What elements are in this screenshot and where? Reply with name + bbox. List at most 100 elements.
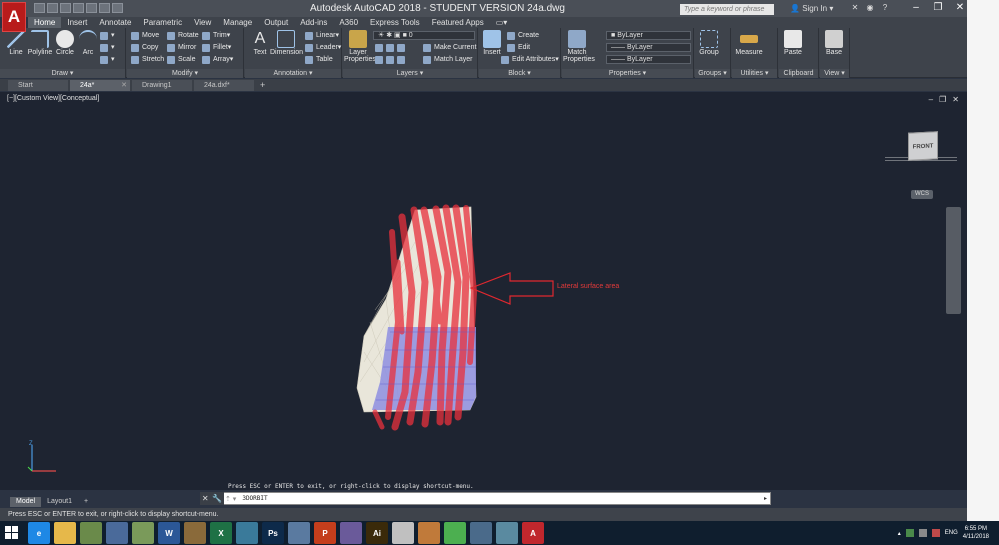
language-indicator[interactable]: ENG <box>945 530 958 536</box>
tab-view[interactable]: View <box>188 17 217 28</box>
help-icon[interactable]: ? <box>880 3 890 13</box>
move-button[interactable]: Move <box>131 31 159 41</box>
3d-model-view[interactable] <box>0 92 967 490</box>
block-panel-title[interactable]: Block ▾ <box>479 69 560 78</box>
drawing-viewport[interactable]: [−][Custom View][Conceptual] – ❐ ✕ Later… <box>0 92 967 490</box>
copy-button[interactable]: Copy <box>131 43 158 53</box>
lineweight-dropdown[interactable]: ―― ByLayer <box>606 55 691 64</box>
groups-panel-title[interactable]: Groups ▾ <box>695 69 730 78</box>
polyline-button[interactable]: Polyline <box>26 30 54 56</box>
layer-dropdown[interactable]: ☀ ✱ ▣ ■ 0 <box>373 31 475 40</box>
app11-icon[interactable] <box>288 522 310 544</box>
battery-icon[interactable] <box>931 529 940 537</box>
circle-button[interactable]: Circle <box>53 30 77 56</box>
view-panel-title[interactable]: View ▾ <box>820 69 849 78</box>
array-button[interactable]: Array ▾ <box>202 55 233 65</box>
app5-icon[interactable] <box>132 522 154 544</box>
tab-model[interactable]: Model <box>10 496 42 507</box>
properties-panel-title[interactable]: Properties ▾ <box>562 69 693 78</box>
save-icon[interactable] <box>60 3 71 13</box>
tab-home[interactable]: Home <box>28 17 62 28</box>
measure-button[interactable]: Measure <box>735 30 763 56</box>
excel-icon[interactable]: X <box>210 522 232 544</box>
new-tab-icon[interactable]: + <box>260 80 265 90</box>
insert-button[interactable]: Insert <box>480 30 504 56</box>
command-dropdown-icon[interactable]: ⇡ ▾ <box>225 495 236 503</box>
start-button[interactable] <box>0 521 24 545</box>
app-menu-button[interactable]: A <box>2 2 26 32</box>
edit-attributes-button[interactable]: Edit Attributes ▾ <box>501 55 559 65</box>
file-tab-drawing1[interactable]: Drawing1 <box>132 79 192 91</box>
ie-icon[interactable]: e <box>28 522 50 544</box>
make-current-button[interactable]: Make Current <box>423 43 476 53</box>
tab-insert[interactable]: Insert <box>61 17 93 28</box>
file-tab-24a-dxf[interactable]: 24a.dxf* <box>194 79 254 91</box>
draw-panel-title[interactable]: Draw ▾ <box>0 69 125 78</box>
match-layer-button[interactable]: Match Layer <box>423 55 473 65</box>
tab-annotate[interactable]: Annotate <box>93 17 137 28</box>
viewcube[interactable]: FRONT <box>908 131 938 161</box>
illustrator-icon[interactable]: Ai <box>366 522 388 544</box>
tab-featured-apps[interactable]: Featured Apps <box>426 17 490 28</box>
a360-icon[interactable]: ◉ <box>865 3 875 13</box>
minimize-icon[interactable]: – <box>910 3 922 13</box>
fillet-button[interactable]: Fillet ▾ <box>202 43 231 53</box>
mirror-button[interactable]: Mirror <box>167 43 196 53</box>
tab-a360[interactable]: A360 <box>333 17 364 28</box>
linear-button[interactable]: Linear ▾ <box>305 31 339 41</box>
wcs-menu[interactable]: WCS <box>911 190 933 199</box>
save-as-icon[interactable] <box>73 3 84 13</box>
chrome-icon[interactable] <box>444 522 466 544</box>
file-tab-start[interactable]: Start <box>8 79 68 91</box>
rotate-button[interactable]: Rotate <box>167 31 199 41</box>
command-input[interactable]: 3DORBIT <box>242 495 267 502</box>
exchange-icon[interactable]: ✕ <box>850 3 860 13</box>
app7-icon[interactable] <box>184 522 206 544</box>
navigation-bar[interactable] <box>946 207 961 314</box>
tab-addins[interactable]: Add-ins <box>294 17 333 28</box>
tab-manage[interactable]: Manage <box>217 17 258 28</box>
command-close-icon[interactable]: ✕ <box>202 494 209 503</box>
explorer-icon[interactable] <box>54 522 76 544</box>
volume-icon[interactable] <box>918 529 927 537</box>
annotation-panel-title[interactable]: Annotation ▾ <box>245 69 341 78</box>
group-button[interactable]: Group <box>697 30 721 56</box>
undo-icon[interactable] <box>99 3 110 13</box>
sign-in-button[interactable]: 👤 Sign In ▾ <box>790 4 833 13</box>
app13-icon[interactable] <box>340 522 362 544</box>
tab-express-tools[interactable]: Express Tools <box>364 17 426 28</box>
new-icon[interactable] <box>34 3 45 13</box>
word-icon[interactable]: W <box>158 522 180 544</box>
maximize-icon[interactable]: ❐ <box>932 3 944 13</box>
app19-icon[interactable] <box>496 522 518 544</box>
close-tab-icon[interactable]: ✕ <box>121 80 127 91</box>
new-layout-icon[interactable]: + <box>78 497 94 507</box>
layer-properties-button[interactable]: Layer Properties <box>344 30 376 63</box>
hatch-tool[interactable]: ▾ <box>100 43 115 53</box>
linetype-dropdown[interactable]: ―― ByLayer <box>606 43 691 52</box>
match-properties-button[interactable]: Match Properties <box>563 30 595 63</box>
command-scroll-icon[interactable]: ▸ <box>764 495 767 502</box>
autocad-icon[interactable]: A <box>522 522 544 544</box>
rectangle-tool[interactable]: ▾ <box>100 31 115 41</box>
plot-icon[interactable] <box>86 3 97 13</box>
layer-tools-2[interactable] <box>375 55 408 65</box>
photoshop-icon[interactable]: Ps <box>262 522 284 544</box>
tab-output[interactable]: Output <box>258 17 294 28</box>
open-icon[interactable] <box>47 3 58 13</box>
create-block-button[interactable]: Create <box>507 31 539 41</box>
leader-button[interactable]: Leader ▾ <box>305 43 341 53</box>
base-button[interactable]: Base <box>822 30 846 56</box>
scale-button[interactable]: Scale <box>167 55 196 65</box>
close-icon[interactable]: ✕ <box>954 3 966 13</box>
tab-parametric[interactable]: Parametric <box>137 17 188 28</box>
arc-button[interactable]: Arc <box>76 30 100 56</box>
powerpoint-icon[interactable]: P <box>314 522 336 544</box>
redo-icon[interactable] <box>112 3 123 13</box>
point-tool[interactable]: ▾ <box>100 55 115 65</box>
table-button[interactable]: Table <box>305 55 333 65</box>
app9-icon[interactable] <box>236 522 258 544</box>
layers-panel-title[interactable]: Layers ▾ <box>343 69 477 78</box>
ribbon-options-icon[interactable]: ▭▾ <box>490 17 514 28</box>
acrobat-icon[interactable] <box>392 522 414 544</box>
